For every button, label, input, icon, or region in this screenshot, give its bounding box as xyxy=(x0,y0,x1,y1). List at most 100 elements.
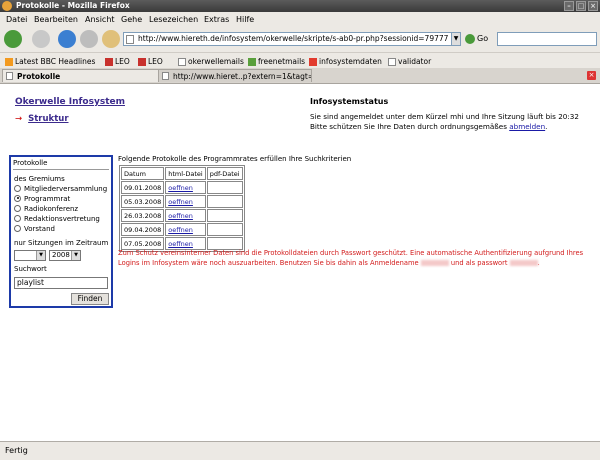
month-select[interactable]: ▼ xyxy=(14,250,46,261)
bookmark-leo-2[interactable]: LEO xyxy=(138,57,163,66)
go-button[interactable]: Go xyxy=(465,32,488,46)
info-line-1: Sie sind angemeldet unter dem Kürzel mhi… xyxy=(310,112,579,121)
page-icon xyxy=(388,58,396,66)
url-dropdown-button[interactable]: ▼ xyxy=(451,32,461,46)
radio-programmrat[interactable]: Programmrat xyxy=(14,194,70,203)
stop-icon[interactable] xyxy=(80,30,98,48)
radio-vorstand[interactable]: Vorstand xyxy=(14,224,55,233)
page-icon xyxy=(162,72,169,80)
radio-icon xyxy=(14,184,21,192)
column-header: html-Datei xyxy=(165,167,206,180)
redacted-password xyxy=(509,260,538,266)
page-icon xyxy=(126,35,134,44)
radio-mitgliederversammlung[interactable]: Mitgliederversammlung xyxy=(14,184,107,193)
date-cell: 09.04.2008 xyxy=(121,223,165,236)
year-select[interactable]: 2008 ▼ xyxy=(49,250,81,261)
pdf-cell xyxy=(206,209,243,222)
logout-link[interactable]: abmelden xyxy=(509,122,545,131)
bookmark-freenetmails[interactable]: freenetmails xyxy=(248,57,305,66)
menu-extras[interactable]: Extras xyxy=(204,15,229,24)
radio-radiokonferenz[interactable]: Radiokonferenz xyxy=(14,204,78,213)
freenet-icon xyxy=(248,58,256,66)
open-html-link[interactable]: oeffnen xyxy=(168,212,193,220)
radio-icon xyxy=(14,214,21,222)
tab-label: http://www.hieret..p?extern=1&tagt=0 xyxy=(173,72,312,81)
panel-title: Protokolle xyxy=(13,159,109,170)
bookmark-infosystemdaten[interactable]: infosystemdaten xyxy=(309,57,382,66)
bookmark-leo-1[interactable]: LEO xyxy=(105,57,130,66)
password-warning: Zum Schutz vereinsinterner Daten sind di… xyxy=(118,249,584,267)
open-html-link[interactable]: oeffnen xyxy=(168,184,193,192)
leo-icon xyxy=(138,58,146,66)
status-text: Fertig xyxy=(5,446,28,455)
redacted-username xyxy=(420,260,449,266)
keyword-input[interactable]: playlist xyxy=(14,277,108,289)
find-button[interactable]: Finden xyxy=(71,293,109,305)
back-icon[interactable] xyxy=(4,30,22,48)
table-header-row: Datum html-Datei pdf-Datei xyxy=(121,167,243,180)
forward-icon[interactable] xyxy=(32,30,50,48)
struktur-label: Struktur xyxy=(28,114,69,124)
bookmark-bbc[interactable]: Latest BBC Headlines xyxy=(5,57,95,66)
search-input[interactable] xyxy=(497,32,597,46)
home-icon[interactable] xyxy=(102,30,120,48)
go-label: Go xyxy=(477,34,489,43)
info-heading: Infosystemstatus xyxy=(310,97,389,106)
close-tab-icon[interactable]: × xyxy=(587,71,596,80)
page-icon xyxy=(178,58,186,66)
statusbar: Fertig xyxy=(0,441,600,460)
rss-icon xyxy=(5,58,13,66)
open-html-link[interactable]: oeffnen xyxy=(168,198,193,206)
window-title: Protokolle - Mozilla Firefox xyxy=(16,1,130,10)
go-icon xyxy=(465,33,475,44)
menu-hilfe[interactable]: Hilfe xyxy=(236,15,254,24)
table-row: 09.01.2008 oeffnen xyxy=(121,181,243,194)
open-html-link[interactable]: oeffnen xyxy=(168,240,193,248)
tab-label: Protokolle xyxy=(17,72,61,81)
column-header: Datum xyxy=(121,167,165,180)
url-input[interactable]: http://www.hiereth.de/infosystem/okerwel… xyxy=(123,32,461,46)
tab-hiereth[interactable]: http://www.hieret..p?extern=1&tagt=0 xyxy=(158,69,312,82)
results-heading: Folgende Protokolle des Programmrates er… xyxy=(118,155,352,163)
menu-datei[interactable]: Datei xyxy=(6,15,27,24)
pdf-cell xyxy=(206,195,243,208)
menu-gehe[interactable]: Gehe xyxy=(121,15,142,24)
close-window-button[interactable]: × xyxy=(588,1,598,11)
radio-redaktionsvertretung[interactable]: Redaktionsvertretung xyxy=(14,214,100,223)
table-row: 26.03.2008 oeffnen xyxy=(121,209,243,222)
pdf-cell xyxy=(206,181,243,194)
table-row: 05.03.2008 oeffnen xyxy=(121,195,243,208)
tab-bar: Protokolle http://www.hieret..p?extern=1… xyxy=(0,68,600,84)
info-text: Sie sind angemeldet unter dem Kürzel mhi… xyxy=(310,112,590,132)
menu-bearbeiten[interactable]: Bearbeiten xyxy=(34,15,78,24)
bookmark-okerwellemails[interactable]: okerwellemails xyxy=(178,57,244,66)
search-panel: Protokolle des Gremiums Mitgliederversam… xyxy=(9,155,113,308)
reload-icon[interactable] xyxy=(58,30,76,48)
results-table: Datum html-Datei pdf-Datei 09.01.2008 oe… xyxy=(119,165,245,252)
table-row: 09.04.2008 oeffnen xyxy=(121,223,243,236)
arrow-right-icon: → xyxy=(15,114,23,124)
url-text: http://www.hiereth.de/infosystem/okerwel… xyxy=(138,34,449,43)
struktur-link[interactable]: → Struktur xyxy=(15,114,69,124)
pdf-cell xyxy=(206,223,243,236)
radio-icon xyxy=(14,204,21,212)
tab-protokolle[interactable]: Protokolle xyxy=(2,69,166,82)
chevron-down-icon: ▼ xyxy=(71,251,80,260)
leo-icon xyxy=(105,58,113,66)
site-title-link[interactable]: Okerwelle Infosystem xyxy=(15,97,125,107)
radio-selected-icon xyxy=(14,194,21,202)
maximize-button[interactable]: □ xyxy=(576,1,586,11)
column-header: pdf-Datei xyxy=(206,167,243,180)
bookmark-validator[interactable]: validator xyxy=(388,57,431,66)
open-html-link[interactable]: oeffnen xyxy=(168,226,193,234)
window-controls: – □ × xyxy=(564,1,598,11)
chevron-down-icon: ▼ xyxy=(36,251,45,260)
bookmark-icon xyxy=(309,58,317,66)
menu-lesezeichen[interactable]: Lesezeichen xyxy=(149,15,198,24)
date-cell: 26.03.2008 xyxy=(121,209,165,222)
page-content: Okerwelle Infosystem → Struktur Infosyste… xyxy=(0,84,600,441)
bookmarks-toolbar: Latest BBC Headlines LEO LEO okerwellema… xyxy=(0,52,600,68)
window-titlebar: Protokolle - Mozilla Firefox – □ × xyxy=(0,0,600,12)
menu-ansicht[interactable]: Ansicht xyxy=(85,15,115,24)
minimize-button[interactable]: – xyxy=(564,1,574,11)
